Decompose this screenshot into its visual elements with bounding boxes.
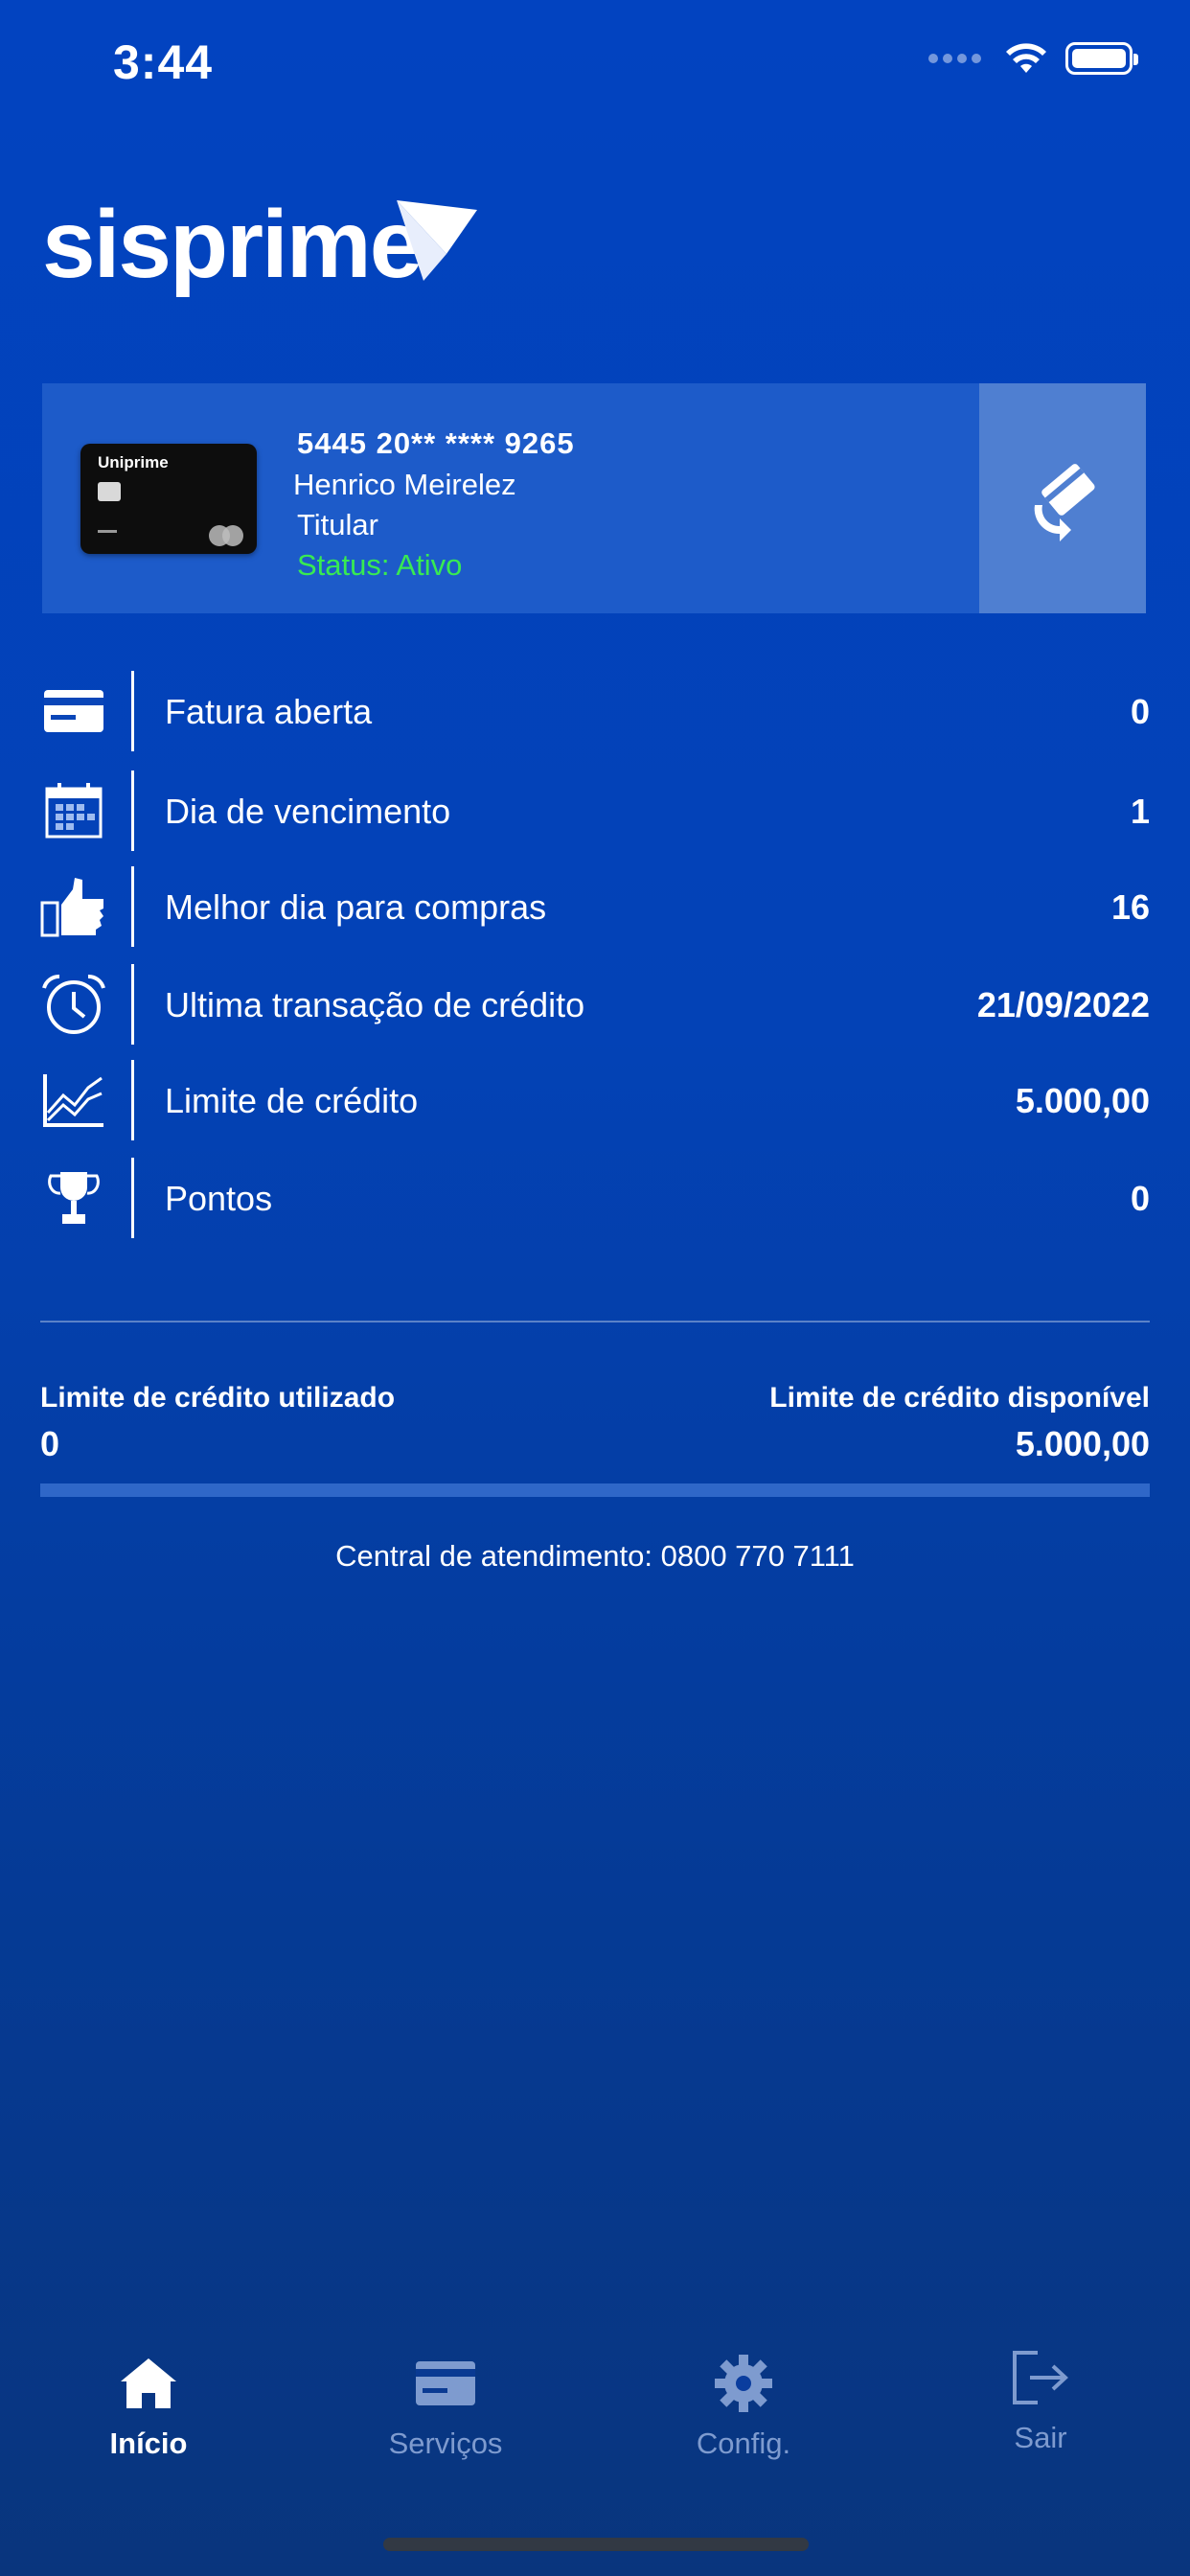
info-row-label: Limite de crédito bbox=[165, 1081, 419, 1120]
info-row-value: 1 bbox=[1130, 792, 1150, 831]
info-row-label: Melhor dia para compras bbox=[165, 887, 547, 927]
tab-servicos[interactable]: Serviços bbox=[340, 2350, 551, 2461]
logo-text: sisprime bbox=[42, 191, 423, 298]
info-row-value: 0 bbox=[1130, 692, 1150, 731]
invoice-card-icon bbox=[40, 680, 107, 742]
row-divider bbox=[131, 866, 134, 947]
card-number: 5445 20** **** 9265 bbox=[297, 426, 575, 460]
info-row-label: Fatura aberta bbox=[165, 692, 373, 731]
home-icon bbox=[43, 2350, 254, 2417]
tab-label: Sair bbox=[1014, 2421, 1067, 2454]
tab-inicio[interactable]: Início bbox=[43, 2350, 254, 2461]
info-row-label: Ultima transação de crédito bbox=[165, 985, 585, 1024]
tab-config[interactable]: Config. bbox=[638, 2350, 849, 2461]
card-network-icon bbox=[209, 525, 243, 546]
card-holder-role: Titular bbox=[297, 508, 378, 541]
switch-card-button[interactable] bbox=[979, 383, 1146, 613]
trophy-icon bbox=[40, 1167, 107, 1229]
row-divider bbox=[131, 1060, 134, 1140]
row-divider bbox=[131, 671, 134, 751]
cellular-signal-icon bbox=[928, 54, 981, 63]
gear-icon bbox=[638, 2350, 849, 2417]
card-brand-label: Uniprime bbox=[98, 453, 169, 472]
tab-label: Config. bbox=[696, 2426, 791, 2460]
available-limit-value: 5.000,00 bbox=[1015, 1424, 1150, 1463]
card-panel[interactable]: Uniprime 5445 20** **** 9265 Henrico Mei… bbox=[42, 383, 1146, 613]
battery-icon bbox=[1065, 42, 1138, 75]
credit-card-image: Uniprime bbox=[80, 444, 257, 554]
tab-sair[interactable]: Sair bbox=[935, 2344, 1146, 2455]
support-phone-text: Central de atendimento: 0800 770 7111 bbox=[335, 1539, 855, 1573]
info-row-label: Pontos bbox=[165, 1179, 273, 1218]
alarm-clock-icon bbox=[40, 974, 107, 1035]
line-chart-icon bbox=[40, 1070, 107, 1131]
section-divider bbox=[40, 1321, 1150, 1322]
info-row-last-credit-transaction[interactable]: Ultima transação de crédito 21/09/2022 bbox=[40, 964, 1150, 1045]
card-icon bbox=[340, 2350, 551, 2417]
status-icons bbox=[928, 42, 1138, 75]
card-status: Status: Ativo bbox=[297, 548, 463, 582]
logout-icon bbox=[935, 2344, 1146, 2411]
card-chip-icon bbox=[98, 482, 121, 501]
info-row-value: 0 bbox=[1130, 1179, 1150, 1218]
status-time: 3:44 bbox=[113, 35, 214, 89]
limit-progress-bar bbox=[40, 1484, 1150, 1497]
calendar-icon bbox=[40, 780, 107, 841]
card-detail-line bbox=[98, 530, 117, 533]
switch-card-icon bbox=[1034, 464, 1095, 541]
wifi-icon bbox=[1006, 43, 1046, 73]
info-row-label: Dia de vencimento bbox=[165, 792, 451, 831]
info-row-value: 5.000,00 bbox=[1015, 1081, 1150, 1120]
tab-label: Início bbox=[109, 2426, 188, 2460]
sisprime-logo: sisprime bbox=[42, 191, 423, 298]
info-row-due-day[interactable]: Dia de vencimento 1 bbox=[40, 770, 1150, 851]
info-row-open-invoice[interactable]: Fatura aberta 0 bbox=[40, 671, 1150, 751]
used-limit-label: Limite de crédito utilizado bbox=[40, 1382, 396, 1414]
tab-label: Serviços bbox=[388, 2426, 503, 2460]
info-row-points[interactable]: Pontos 0 bbox=[40, 1158, 1150, 1238]
row-divider bbox=[131, 964, 134, 1045]
info-row-value: 21/09/2022 bbox=[976, 985, 1150, 1024]
row-divider bbox=[131, 1158, 134, 1238]
available-limit-label: Limite de crédito disponível bbox=[769, 1382, 1150, 1414]
logo-arrow-icon bbox=[397, 200, 477, 281]
info-row-best-purchase-day[interactable]: Melhor dia para compras 16 bbox=[40, 866, 1150, 947]
info-row-credit-limit[interactable]: Limite de crédito 5.000,00 bbox=[40, 1060, 1150, 1140]
thumbs-up-icon bbox=[40, 876, 107, 937]
used-limit-value: 0 bbox=[40, 1424, 60, 1463]
home-indicator bbox=[383, 2538, 809, 2551]
card-holder-name: Henrico Meirelez bbox=[293, 468, 516, 501]
row-divider bbox=[131, 770, 134, 851]
info-row-value: 16 bbox=[1110, 887, 1150, 927]
